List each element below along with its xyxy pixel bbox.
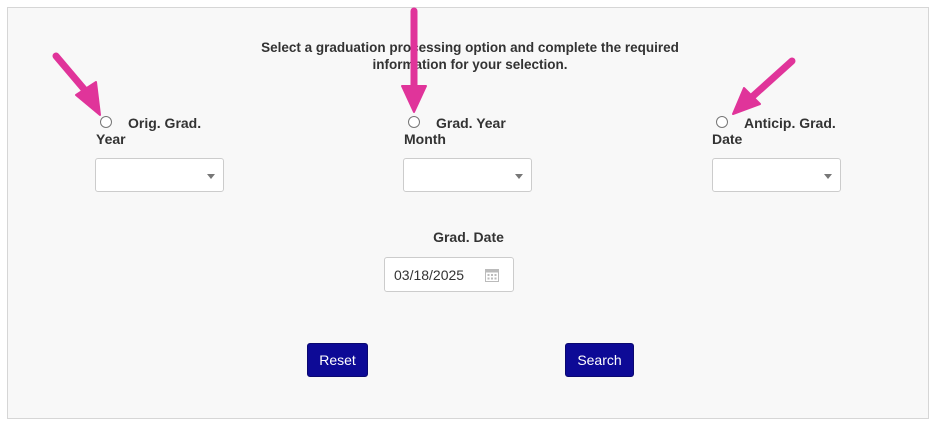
chevron-down-icon	[824, 174, 832, 179]
orig-grad-year-label: Orig. Grad. Year	[96, 115, 202, 147]
orig-grad-year-radio[interactable]	[100, 116, 112, 128]
option-anticip-grad-date[interactable]: Anticip. Grad. Date	[712, 115, 862, 147]
calendar-icon[interactable]	[485, 268, 499, 282]
option-grad-year-month[interactable]: Grad. Year Month	[404, 115, 554, 147]
option-orig-grad-year[interactable]: Orig. Grad. Year	[96, 115, 246, 147]
anticip-grad-date-radio[interactable]	[716, 116, 728, 128]
anticip-grad-date-select[interactable]	[712, 158, 841, 192]
orig-grad-year-select[interactable]	[95, 158, 224, 192]
chevron-down-icon	[515, 174, 523, 179]
reset-button[interactable]: Reset	[307, 343, 368, 377]
grad-year-month-select[interactable]	[403, 158, 532, 192]
grad-year-month-radio[interactable]	[408, 116, 420, 128]
grad-date-input[interactable]: 03/18/2025	[384, 257, 514, 292]
anticip-grad-date-label: Anticip. Grad. Date	[712, 115, 836, 147]
chevron-down-icon	[207, 174, 215, 179]
instructions-text: Select a graduation processing option an…	[261, 40, 679, 72]
grad-date-value: 03/18/2025	[394, 267, 465, 283]
grad-date-label: Grad. Date	[433, 229, 504, 245]
search-button[interactable]: Search	[565, 343, 634, 377]
grad-year-month-label: Grad. Year Month	[404, 115, 506, 147]
